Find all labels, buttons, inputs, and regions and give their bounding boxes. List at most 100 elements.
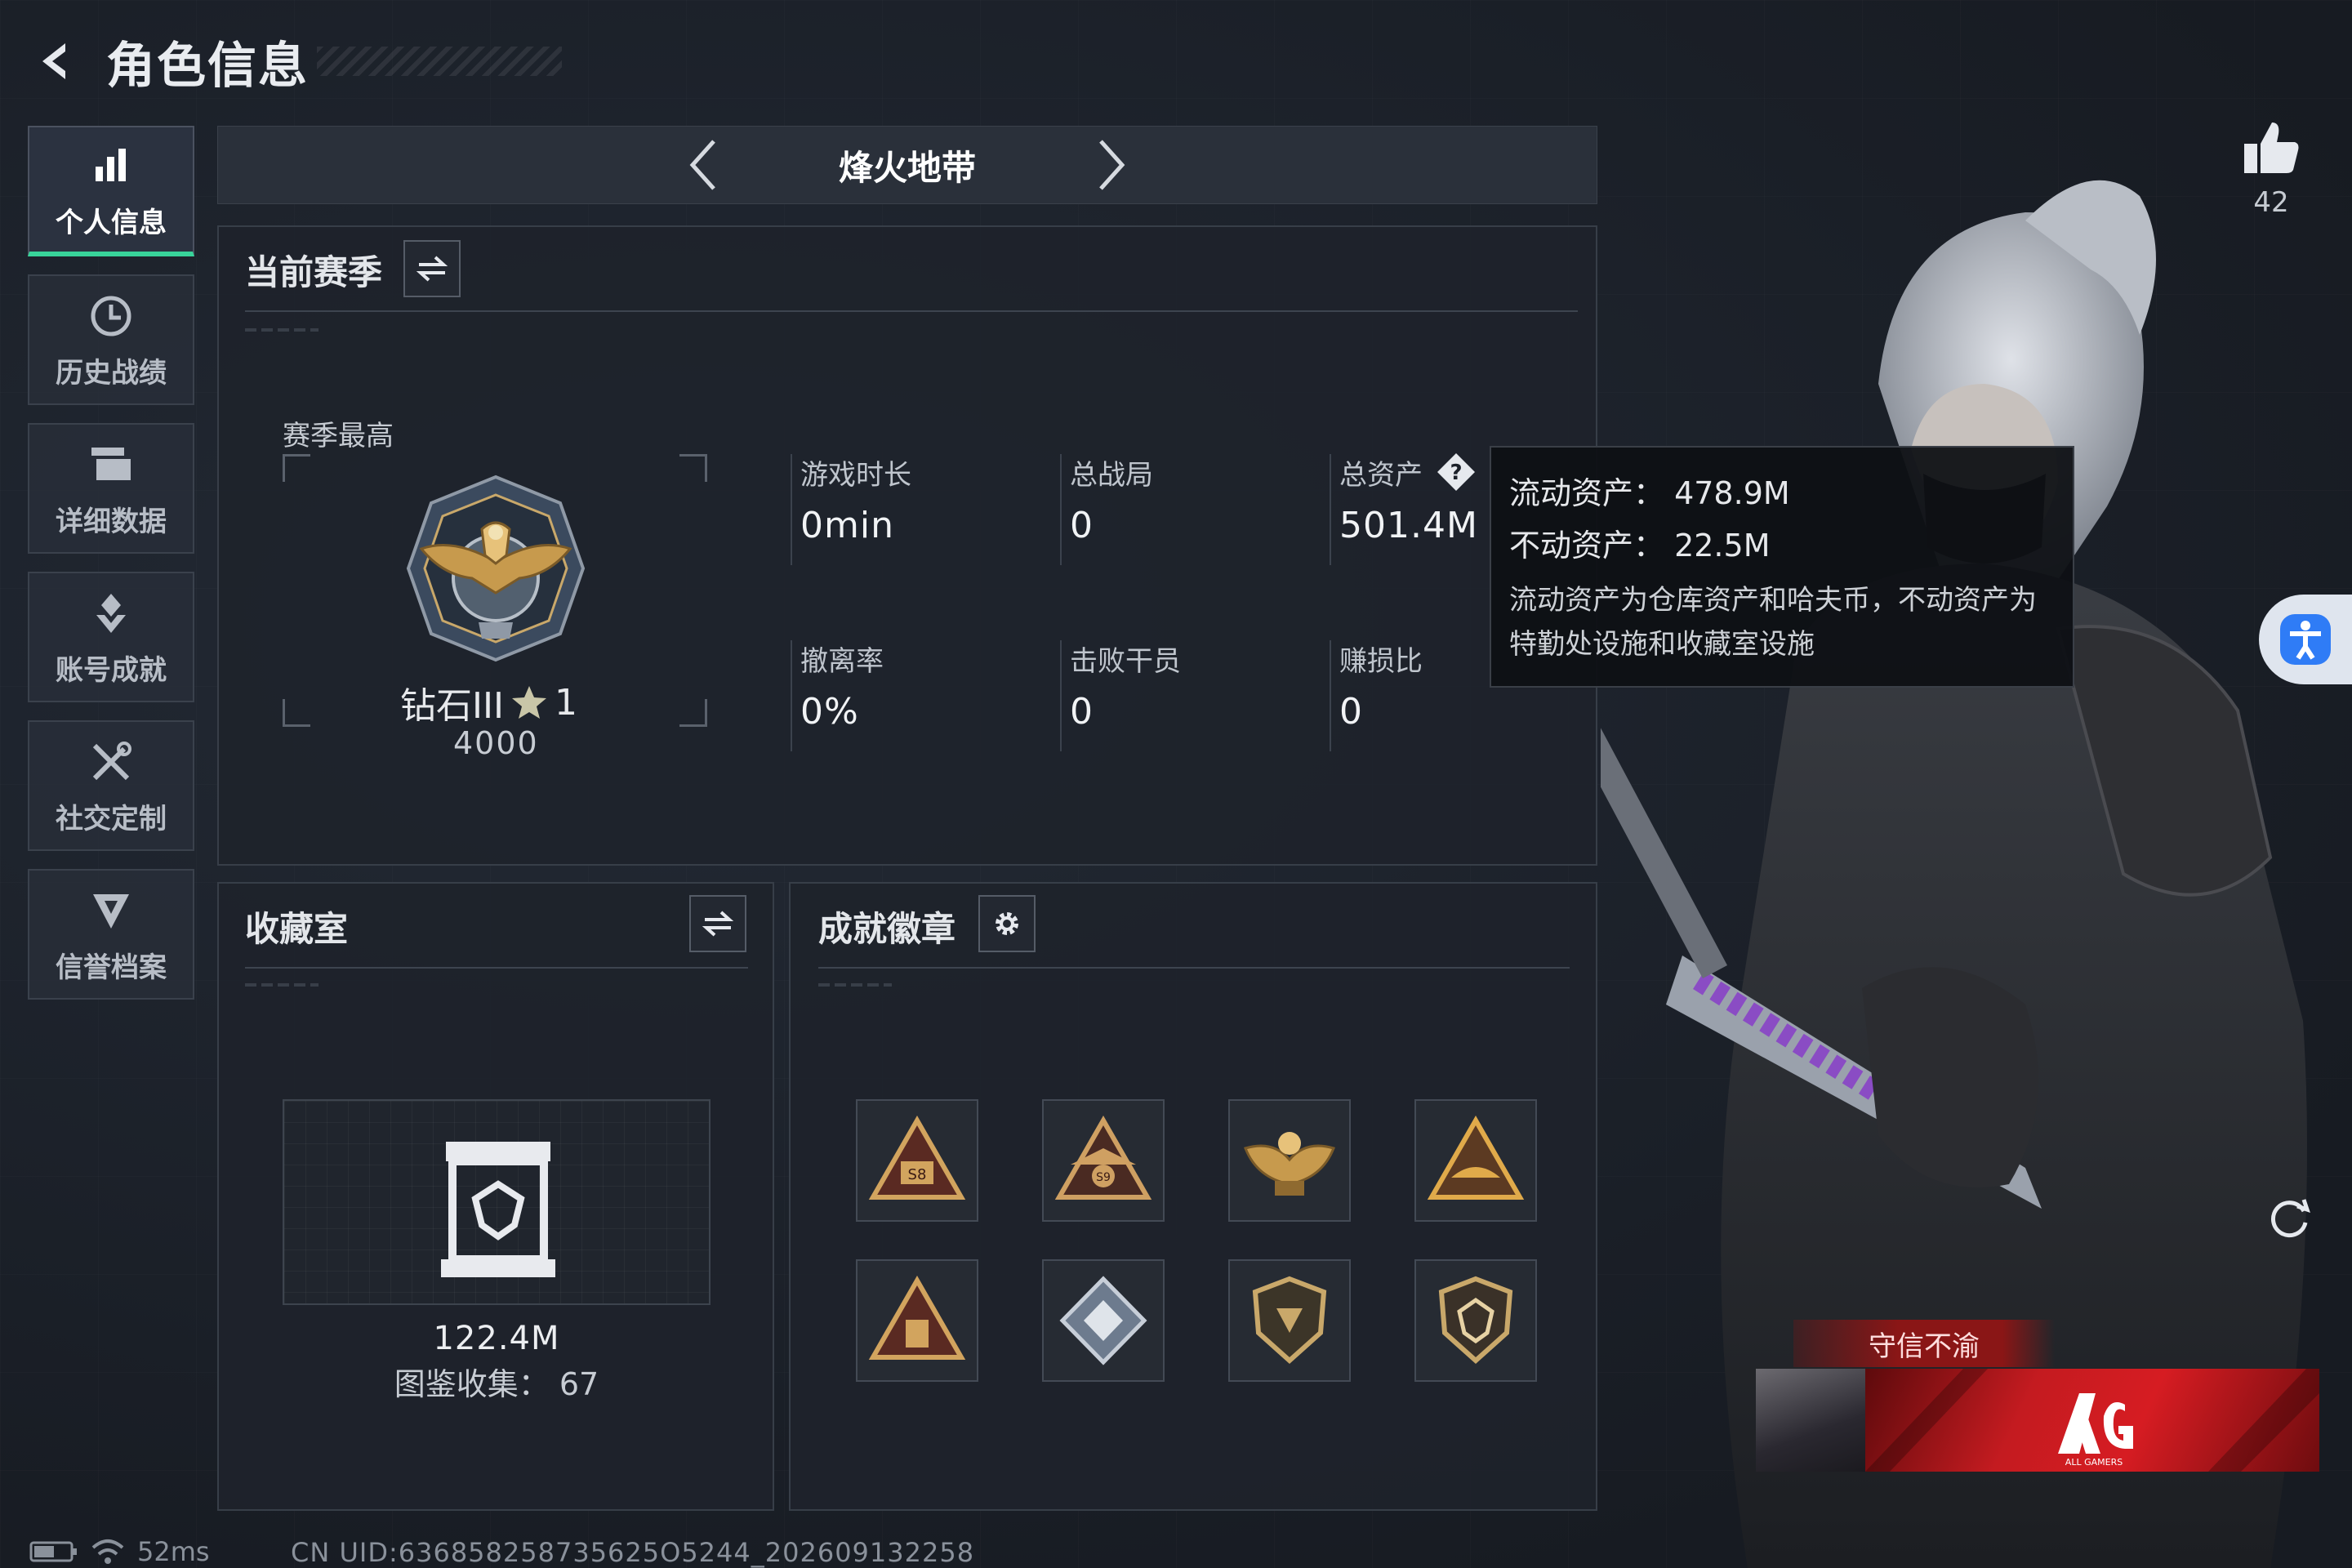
achievements-settings-button[interactable] xyxy=(978,895,1036,952)
stat-value: 0min xyxy=(800,505,894,546)
player-uid: CN UID:636858258735625O5244_202609132258 xyxy=(291,1537,975,1568)
title-decoration xyxy=(317,47,562,76)
sidebar-item-label: 详细数据 xyxy=(56,505,167,538)
team-subtitle: ALL GAMERS xyxy=(2065,1457,2123,1468)
like-widget[interactable]: 42 xyxy=(2234,119,2308,219)
achievement-badge[interactable] xyxy=(1414,1259,1537,1382)
achievement-icon xyxy=(85,587,137,639)
achievement-badge[interactable] xyxy=(856,1259,978,1382)
prev-mode-button[interactable] xyxy=(670,132,736,198)
stat-label: 总资产 xyxy=(1339,458,1423,492)
frame-corner xyxy=(679,454,707,482)
nameplate-title-bar: 守信不渝 xyxy=(1793,1320,2055,1367)
wifi-icon xyxy=(91,1539,124,1564)
sidebar-item-label: 社交定制 xyxy=(56,802,167,835)
sidebar-item-achievements[interactable]: 账号成就 xyxy=(28,572,194,702)
season-switch-button[interactable] xyxy=(403,240,461,297)
header: 角色信息 xyxy=(24,24,562,98)
achievement-badge[interactable] xyxy=(1228,1099,1351,1222)
achievement-badge[interactable] xyxy=(1228,1259,1351,1382)
stat-label: 赚损比 xyxy=(1339,644,1423,678)
collection-card[interactable] xyxy=(283,1099,710,1305)
thumbs-up-icon xyxy=(2244,122,2299,173)
rotate-model-button[interactable] xyxy=(2261,1189,2318,1246)
sidebar-item-social[interactable]: 社交定制 xyxy=(28,720,194,851)
stat-value: 0 xyxy=(1070,691,1094,733)
stat-value: 0% xyxy=(800,691,859,733)
sidebar: 个人信息 历史战绩 详细数据 账号成就 社交定制 信誉档案 xyxy=(28,126,194,1018)
stat-total-assets: 总资产 ? 501.4M xyxy=(1330,452,1478,565)
swap-icon xyxy=(416,256,448,282)
decorative-lines xyxy=(818,983,892,987)
divider xyxy=(818,967,1570,969)
accessibility-icon xyxy=(2280,614,2331,665)
rank-title: 钻石III xyxy=(400,685,504,727)
collection-count: 图鉴收集： 67 xyxy=(394,1366,599,1402)
tooltip-note: 流动资产为仓库资产和哈夫币，不动资产为特勤处设施和收藏室设施 xyxy=(1509,584,2037,661)
sidebar-item-detailed-data[interactable]: 详细数据 xyxy=(28,423,194,554)
team-banner: ALL GAMERS xyxy=(1865,1369,2319,1472)
back-arrow-icon xyxy=(42,43,65,79)
frame-corner xyxy=(283,699,310,727)
diamond-badge-icon xyxy=(1059,1276,1147,1365)
svg-text:S9: S9 xyxy=(1096,1171,1111,1184)
sidebar-item-label: 信誉档案 xyxy=(56,951,167,984)
achievement-badge[interactable] xyxy=(1042,1259,1165,1382)
svg-text:?: ? xyxy=(1450,461,1462,485)
triangle-badge-icon xyxy=(1427,1116,1525,1200)
svg-text:S8: S8 xyxy=(908,1166,927,1183)
stat-label: 总战局 xyxy=(1070,458,1153,492)
accessibility-button[interactable] xyxy=(2259,595,2352,684)
stat-total-matches: 总战局 0 xyxy=(1060,454,1153,565)
achievement-badge[interactable] xyxy=(1414,1099,1537,1222)
stat-operators-defeated: 击败干员 0 xyxy=(1060,640,1181,751)
sidebar-item-label: 个人信息 xyxy=(56,206,167,239)
stat-label: 撤离率 xyxy=(800,644,884,678)
frame-corner xyxy=(679,699,707,727)
s9-badge-icon: S9 xyxy=(1054,1116,1152,1200)
star-icon xyxy=(511,686,546,719)
rank-stars: 1 xyxy=(554,681,577,724)
page-title: 角色信息 xyxy=(106,37,309,95)
achievement-badge[interactable]: S8 xyxy=(856,1099,978,1222)
divider xyxy=(245,310,1578,312)
like-count: 42 xyxy=(2253,186,2289,219)
display-case-icon xyxy=(439,1134,557,1281)
collection-value: 122.4M xyxy=(433,1320,560,1357)
decorative-lines xyxy=(245,983,318,987)
shield-badge-icon xyxy=(1252,1276,1327,1365)
decorative-lines xyxy=(245,328,318,332)
stat-value: 0 xyxy=(1070,505,1094,546)
help-icon[interactable]: ? xyxy=(1436,452,1477,492)
gem-shield-badge-icon xyxy=(1438,1276,1513,1365)
gear-icon xyxy=(996,912,1018,935)
assets-tooltip: 流动资产： 478.9M 不动资产： 22.5M 流动资产为仓库资产和哈夫币，不… xyxy=(1490,446,2074,688)
stat-extraction-rate: 撤离率 0% xyxy=(791,640,884,751)
diamond-rank-emblem-icon xyxy=(397,470,595,666)
team-logo: ALL GAMERS xyxy=(1865,1369,2319,1472)
back-button[interactable] xyxy=(24,29,90,94)
ping-readout: 52ms xyxy=(137,1536,210,1567)
rank-score: 4000 xyxy=(453,725,539,761)
chevron-left-icon xyxy=(689,140,715,190)
sidebar-item-personal-info[interactable]: 个人信息 xyxy=(28,126,194,256)
collection-title: 收藏室 xyxy=(245,909,349,949)
rotate-icon xyxy=(2271,1199,2310,1238)
nameplate-title: 守信不渝 xyxy=(1869,1330,1980,1363)
next-mode-button[interactable] xyxy=(1079,132,1144,198)
tooltip-fixed-assets: 不动资产： 22.5M xyxy=(1509,527,1771,564)
achievements-title: 成就徽章 xyxy=(818,909,956,949)
sidebar-item-reputation[interactable]: 信誉档案 xyxy=(28,869,194,1000)
history-clock-icon xyxy=(85,290,137,342)
data-stack-icon xyxy=(85,439,137,491)
achievement-badge[interactable]: S9 xyxy=(1042,1099,1165,1222)
divider xyxy=(245,967,748,969)
collection-switch-button[interactable] xyxy=(689,895,746,952)
current-season-title: 当前赛季 xyxy=(245,252,383,292)
tools-icon xyxy=(85,736,137,788)
mode-label: 烽火地带 xyxy=(838,147,976,188)
sidebar-item-label: 历史战绩 xyxy=(56,356,167,390)
sidebar-item-history[interactable]: 历史战绩 xyxy=(28,274,194,405)
stat-play-time: 游戏时长 0min xyxy=(791,454,911,565)
avatar xyxy=(1756,1369,1865,1472)
